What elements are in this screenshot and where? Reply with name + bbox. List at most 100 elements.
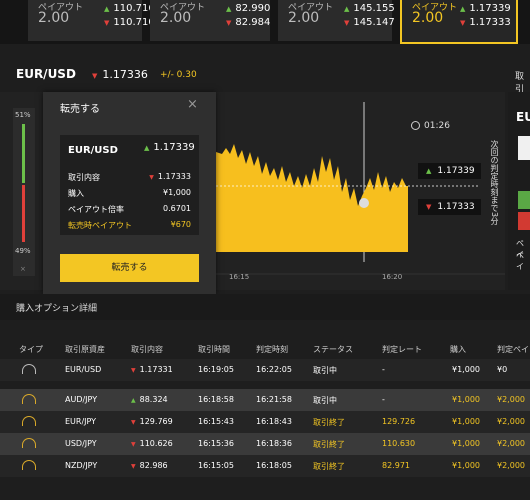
table-row[interactable]: NZD/JPY ▼ 82.986 16:15:05 16:18:05 取引終了 82.971… xyxy=(0,455,530,477)
low-quote: ▼ 145.147 xyxy=(344,17,395,28)
resale-summary: EUR/USD ▲ 1.17339 取引内容 ▼ 1.17333 購入 ¥1,000… xyxy=(60,135,199,235)
high-quote: ▲ 82.990 xyxy=(226,3,271,14)
time-cell: 16:15:36 xyxy=(198,439,234,448)
up-arrow-icon: ▲ xyxy=(226,5,232,13)
x-tick-label: 16:20 xyxy=(382,273,403,281)
instrument-card-selected[interactable]: ペイアウト 2.00 ▲ 1.17339 ▼ 1.17333 xyxy=(400,0,518,44)
table-row[interactable]: AUD/JPY ▲ 88.324 16:18:58 16:21:58 取引中 - ¥1,000… xyxy=(0,389,530,411)
up-arrow-icon: ▲ xyxy=(104,5,110,13)
payout-cell: ¥2,000 xyxy=(497,439,525,448)
down-arrow-icon: ▼ xyxy=(460,19,466,27)
table-row[interactable]: EUR/JPY ▼ 129.769 16:15:43 16:18:43 取引終了 129.7… xyxy=(0,411,530,433)
instrument-card[interactable]: ペイアウト 2.00 ▲ 110.716 ▼ 110.710 xyxy=(28,0,155,41)
trade-content-value: ▼ 1.17333 xyxy=(149,172,191,181)
buy-cell: ¥1,000 xyxy=(452,395,480,404)
down-arrow-icon: ▼ xyxy=(131,441,136,448)
payout-rate-label: ペイアウト倍率 xyxy=(68,205,124,214)
judge-rate-cell: - xyxy=(382,365,385,374)
payout-rate-value: 0.6701 xyxy=(163,204,191,213)
symbol-name: EUR/USD xyxy=(16,67,76,81)
judge-rate-cell: 82.971 xyxy=(382,461,410,470)
column-header: 取引時間 xyxy=(198,345,230,354)
timer-icon xyxy=(22,416,36,426)
high-quote: ▲ 1.17339 xyxy=(460,3,511,14)
judge-rate-cell: 129.726 xyxy=(382,417,416,426)
status-cell: 取引終了 xyxy=(313,462,345,471)
low-button[interactable] xyxy=(518,212,530,230)
down-share-bar xyxy=(22,185,25,242)
column-header: 購入 xyxy=(450,345,466,354)
table-header: タイプ 取引原資産 取引内容 取引時間 判定時刻 ステータス 判定レート 購入 … xyxy=(0,337,530,359)
low-quote: ▼ 110.710 xyxy=(104,17,155,28)
column-header: ステータス xyxy=(313,345,353,354)
order-panel-title: EUR xyxy=(516,110,530,124)
resale-payout-value: ¥670 xyxy=(170,220,191,229)
resale-button[interactable]: 転売する xyxy=(60,254,199,282)
resale-dialog: 転売する × EUR/USD ▲ 1.17339 取引内容 ▼ 1.17333 購入… xyxy=(43,92,216,294)
down-arrow-icon: ▼ xyxy=(131,367,136,374)
judge-rate-cell: - xyxy=(382,395,385,404)
down-arrow-icon: ▼ xyxy=(226,19,232,27)
column-header: タイプ xyxy=(19,345,43,354)
status-cell: 取引中 xyxy=(313,396,337,405)
rate-change: +/- 0.30 xyxy=(160,70,197,80)
content-cell: ▼ 82.986 xyxy=(131,461,168,470)
instrument-card[interactable]: ペイアウト 2.00 ▲ 82.990 ▼ 82.984 xyxy=(150,0,270,41)
content-cell: ▼ 110.626 xyxy=(131,439,173,448)
timer-icon xyxy=(22,438,36,448)
buy-cell: ¥1,000 xyxy=(452,439,480,448)
column-header: 取引原資産 xyxy=(65,345,105,354)
amount-input[interactable] xyxy=(518,136,530,160)
high-quote: ▲ 145.155 xyxy=(344,3,395,14)
instrument-card[interactable]: ペイアウト 2.00 ▲ 145.155 ▼ 145.147 xyxy=(278,0,395,41)
down-arrow-icon: ▼ xyxy=(131,463,136,470)
close-icon[interactable]: × xyxy=(20,265,26,273)
low-quote: ▼ 1.17333 xyxy=(460,17,511,28)
column-header: 取引内容 xyxy=(131,345,163,354)
column-header: 判定レート xyxy=(382,345,422,354)
current-rate: ▼ 1.17336 xyxy=(92,68,148,81)
up-arrow-icon: ▲ xyxy=(426,167,432,175)
judge-rate-cell: 110.630 xyxy=(382,439,416,448)
table-row[interactable]: EUR/USD ▼ 1.17331 16:19:05 16:22:05 取引中 - ¥1,00… xyxy=(0,359,530,381)
up-arrow-icon: ▲ xyxy=(460,5,466,13)
ask-rate-tag: ▲ 1.17339 xyxy=(418,163,481,179)
bid-rate-tag: ▼ 1.17333 xyxy=(418,199,481,215)
down-arrow-icon: ▼ xyxy=(344,19,350,27)
trade-content-label: 取引内容 xyxy=(68,173,100,182)
high-quote: ▲ 110.716 xyxy=(104,3,155,14)
time-cell: 16:15:43 xyxy=(198,417,234,426)
timer-icon xyxy=(22,460,36,470)
judge-cell: 16:18:43 xyxy=(256,417,292,426)
dialog-title: 転売する xyxy=(60,104,100,115)
buy-cell: ¥1,000 xyxy=(452,365,480,374)
status-cell: 取引終了 xyxy=(313,440,345,449)
clock-icon xyxy=(411,121,420,130)
content-cell: ▲ 88.324 xyxy=(131,395,168,404)
table-row[interactable]: USD/JPY ▼ 110.626 16:15:36 16:18:36 取引終了 110.6… xyxy=(0,433,530,455)
up-share: 51% xyxy=(15,111,31,119)
asset-cell: USD/JPY xyxy=(65,439,97,448)
up-share-bar xyxy=(22,124,25,183)
payout-value: 2.00 xyxy=(160,10,192,26)
purchase-label: 購入 xyxy=(68,189,84,198)
down-arrow-icon: ▼ xyxy=(92,72,98,80)
buy-cell: ¥1,000 xyxy=(452,461,480,470)
judge-cell: 16:18:05 xyxy=(256,461,292,470)
judge-cell: 16:18:36 xyxy=(256,439,292,448)
down-arrow-icon: ▼ xyxy=(149,174,154,181)
status-cell: 取引中 xyxy=(313,366,337,375)
purchase-value: ¥1,000 xyxy=(163,188,191,197)
asset-cell: EUR/USD xyxy=(65,365,102,374)
timer-icon xyxy=(22,394,36,404)
close-icon[interactable]: × xyxy=(187,97,198,112)
status-cell: 取引終了 xyxy=(313,418,345,427)
payout-value: 2.00 xyxy=(412,10,444,26)
remaining-time: 01:26 xyxy=(424,121,450,131)
high-button[interactable] xyxy=(518,191,530,209)
judge-cell: 16:22:05 xyxy=(256,365,292,374)
asset-cell: NZD/JPY xyxy=(65,461,98,470)
payout-cell: ¥2,000 xyxy=(497,461,525,470)
payout-text: ペイ xyxy=(516,251,524,271)
resale-payout-label: 転売時ペイアウト xyxy=(68,221,132,230)
